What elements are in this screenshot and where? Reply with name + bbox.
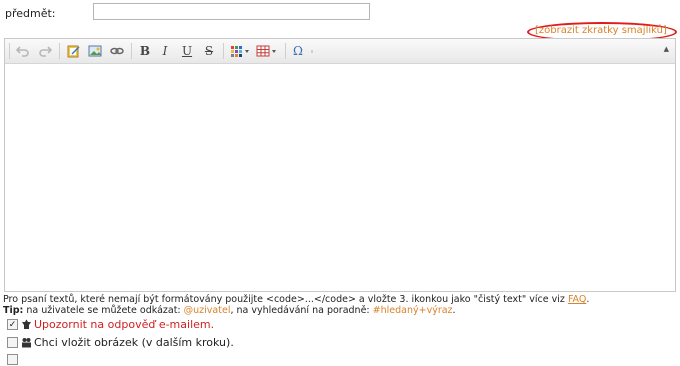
toolbar-separator [9,43,10,59]
rich-text-editor: B I U S Ω ▲ [4,38,676,292]
faq-link[interactable]: FAQ [568,294,586,305]
tip-line: Tip: na uživatele se můžete odkázat: @uz… [3,305,456,316]
notify-email-checkbox[interactable]: ✓ [7,319,18,330]
notify-email-label: Upozornit na odpověď e-mailem. [34,318,215,331]
hint-end: . [586,294,590,305]
smileys-link[interactable]: [zobrazit zkratky smajlíků] [535,25,667,36]
insert-image-label: Chci vložit obrázek (v dalším kroku). [34,336,234,349]
insert-image-option[interactable]: Chci vložit obrázek (v dalším kroku). [7,336,234,349]
tip-search-example: #hledaný+výraz [372,305,453,316]
tip-text-2: , na vyhledávání na poradně: [230,305,373,316]
editor-toolbar: B I U S Ω ▲ [5,39,675,64]
third-option-checkbox[interactable] [7,354,18,365]
tip-text-3: . [452,305,456,316]
toolbar-separator [285,43,286,59]
tip-text-1: na uživatele se můžete odkázat: [23,305,184,316]
omega-icon[interactable]: Ω [291,43,305,59]
tip-user-example: @uzivatel [183,305,231,316]
underline-button[interactable]: U [180,43,194,59]
notify-icon [22,319,31,329]
hint-text: Pro psaní textů, které nemají být formát… [3,294,565,305]
image-icon[interactable] [87,43,103,59]
strikethrough-button[interactable]: S [202,43,216,59]
formatting-hint: Pro psaní textů, které nemají být formát… [3,294,589,305]
toolbar-separator [131,43,132,59]
toolbar-separator [223,43,224,59]
color-grid-icon[interactable] [229,43,251,59]
redo-icon[interactable] [37,43,53,59]
third-option-partial[interactable] [7,353,21,366]
undo-icon[interactable] [15,43,31,59]
toolbar-separator [59,43,60,59]
italic-button[interactable]: I [158,43,172,59]
link-icon[interactable] [109,43,125,59]
paste-text-icon[interactable] [65,43,81,59]
insert-image-checkbox[interactable] [7,337,18,348]
table-icon[interactable] [255,43,279,59]
tip-label: Tip: [3,305,24,316]
subject-label: předmět: [5,7,56,20]
editor-content-area[interactable] [5,64,675,291]
toolbar-separator [311,50,313,53]
bold-button[interactable]: B [138,43,152,59]
notify-email-option[interactable]: ✓ Upozornit na odpověď e-mailem. [7,318,214,331]
collapse-toolbar-icon[interactable]: ▲ [664,45,669,53]
subject-input[interactable] [93,3,370,20]
image-user-icon [22,338,31,348]
